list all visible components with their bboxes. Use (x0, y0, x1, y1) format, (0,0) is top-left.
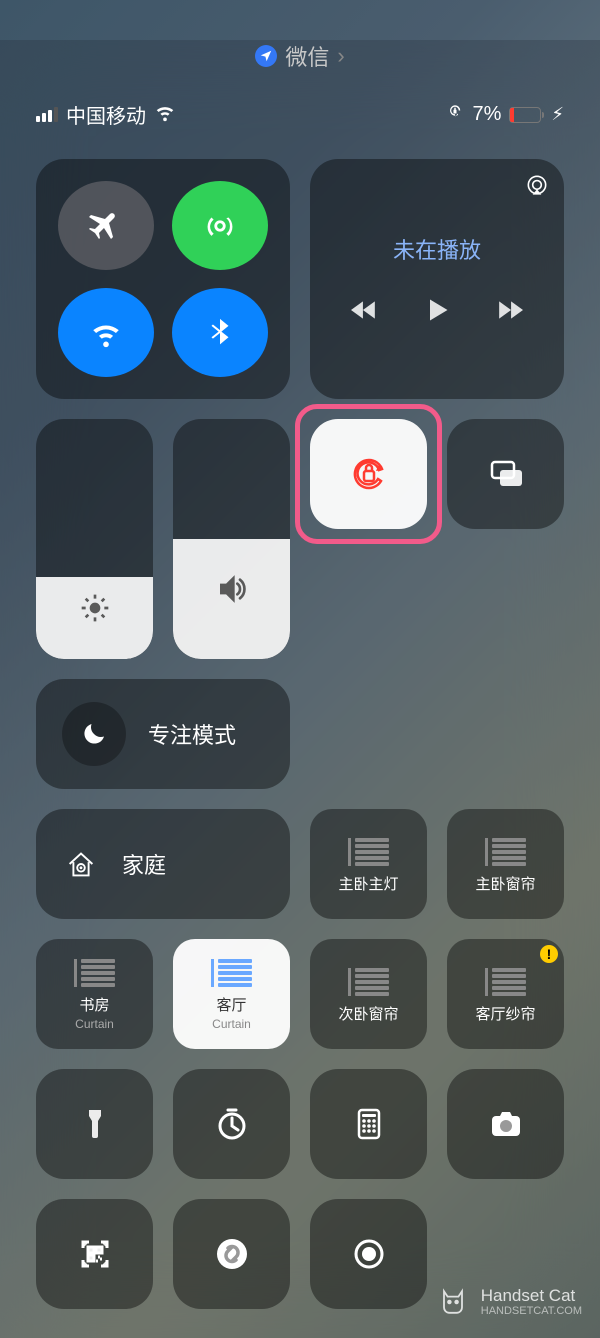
focus-label: 专注模式 (148, 718, 236, 750)
blinds-icon (484, 964, 528, 1000)
volume-slider[interactable] (173, 419, 290, 659)
orientation-lock-button[interactable] (310, 419, 427, 529)
chevron-right-icon: › (337, 43, 344, 69)
charging-icon: ⚡︎ (551, 104, 564, 125)
screen-mirroring-button[interactable] (447, 419, 564, 529)
airplane-mode-button[interactable] (58, 181, 154, 270)
warning-badge: ! (540, 945, 558, 963)
signal-icon (36, 107, 58, 122)
shazam-button[interactable] (173, 1199, 290, 1309)
forward-icon[interactable] (497, 299, 523, 321)
screen-record-button[interactable] (310, 1199, 427, 1309)
highlight-box (295, 404, 442, 544)
media-module[interactable]: 未在播放 (310, 159, 564, 399)
status-bar: 中国移动 7% ⚡︎ (36, 100, 564, 129)
wifi-button[interactable] (58, 288, 154, 377)
orientation-lock-status-icon (446, 103, 464, 127)
blinds-icon (484, 834, 528, 870)
location-icon (255, 45, 277, 67)
brightness-icon (79, 592, 111, 624)
tile-master-light[interactable]: 主卧主灯 (310, 809, 427, 919)
app-name: 微信 (285, 40, 329, 72)
airplay-icon[interactable] (524, 173, 550, 204)
bluetooth-button[interactable] (172, 288, 268, 377)
rewind-icon[interactable] (351, 299, 377, 321)
brightness-slider[interactable] (36, 419, 153, 659)
calculator-button[interactable] (310, 1069, 427, 1179)
wifi-status-icon (154, 101, 176, 129)
timer-button[interactable] (173, 1069, 290, 1179)
home-button[interactable]: 家庭 (36, 809, 290, 919)
blinds-icon (210, 955, 254, 991)
tile-second-curtain[interactable]: 次卧窗帘 (310, 939, 427, 1049)
cellular-data-button[interactable] (172, 181, 268, 270)
cat-icon (435, 1284, 471, 1320)
foreground-app-pill[interactable]: 微信 › (36, 40, 564, 72)
watermark: Handset CatHANDSETCAT.COM (435, 1284, 582, 1320)
blinds-icon (347, 834, 391, 870)
battery-icon (509, 107, 541, 123)
tile-study-curtain[interactable]: 书房Curtain (36, 939, 153, 1049)
home-label: 家庭 (122, 848, 166, 880)
focus-mode-button[interactable]: 专注模式 (36, 679, 290, 789)
blinds-icon (73, 955, 117, 991)
now-playing-title: 未在播放 (393, 233, 481, 265)
battery-percent: 7% (472, 103, 501, 126)
camera-button[interactable] (447, 1069, 564, 1179)
home-icon (62, 845, 100, 883)
blinds-icon (347, 964, 391, 1000)
flashlight-button[interactable] (36, 1069, 153, 1179)
carrier-label: 中国移动 (66, 100, 146, 129)
qr-scan-button[interactable] (36, 1199, 153, 1309)
play-icon[interactable] (423, 295, 451, 325)
moon-icon (62, 702, 126, 766)
tile-living-sheer[interactable]: ! 客厅纱帘 (447, 939, 564, 1049)
volume-icon (216, 573, 248, 605)
tile-living-curtain[interactable]: 客厅Curtain (173, 939, 290, 1049)
connectivity-module[interactable] (36, 159, 290, 399)
tile-master-curtain[interactable]: 主卧窗帘 (447, 809, 564, 919)
